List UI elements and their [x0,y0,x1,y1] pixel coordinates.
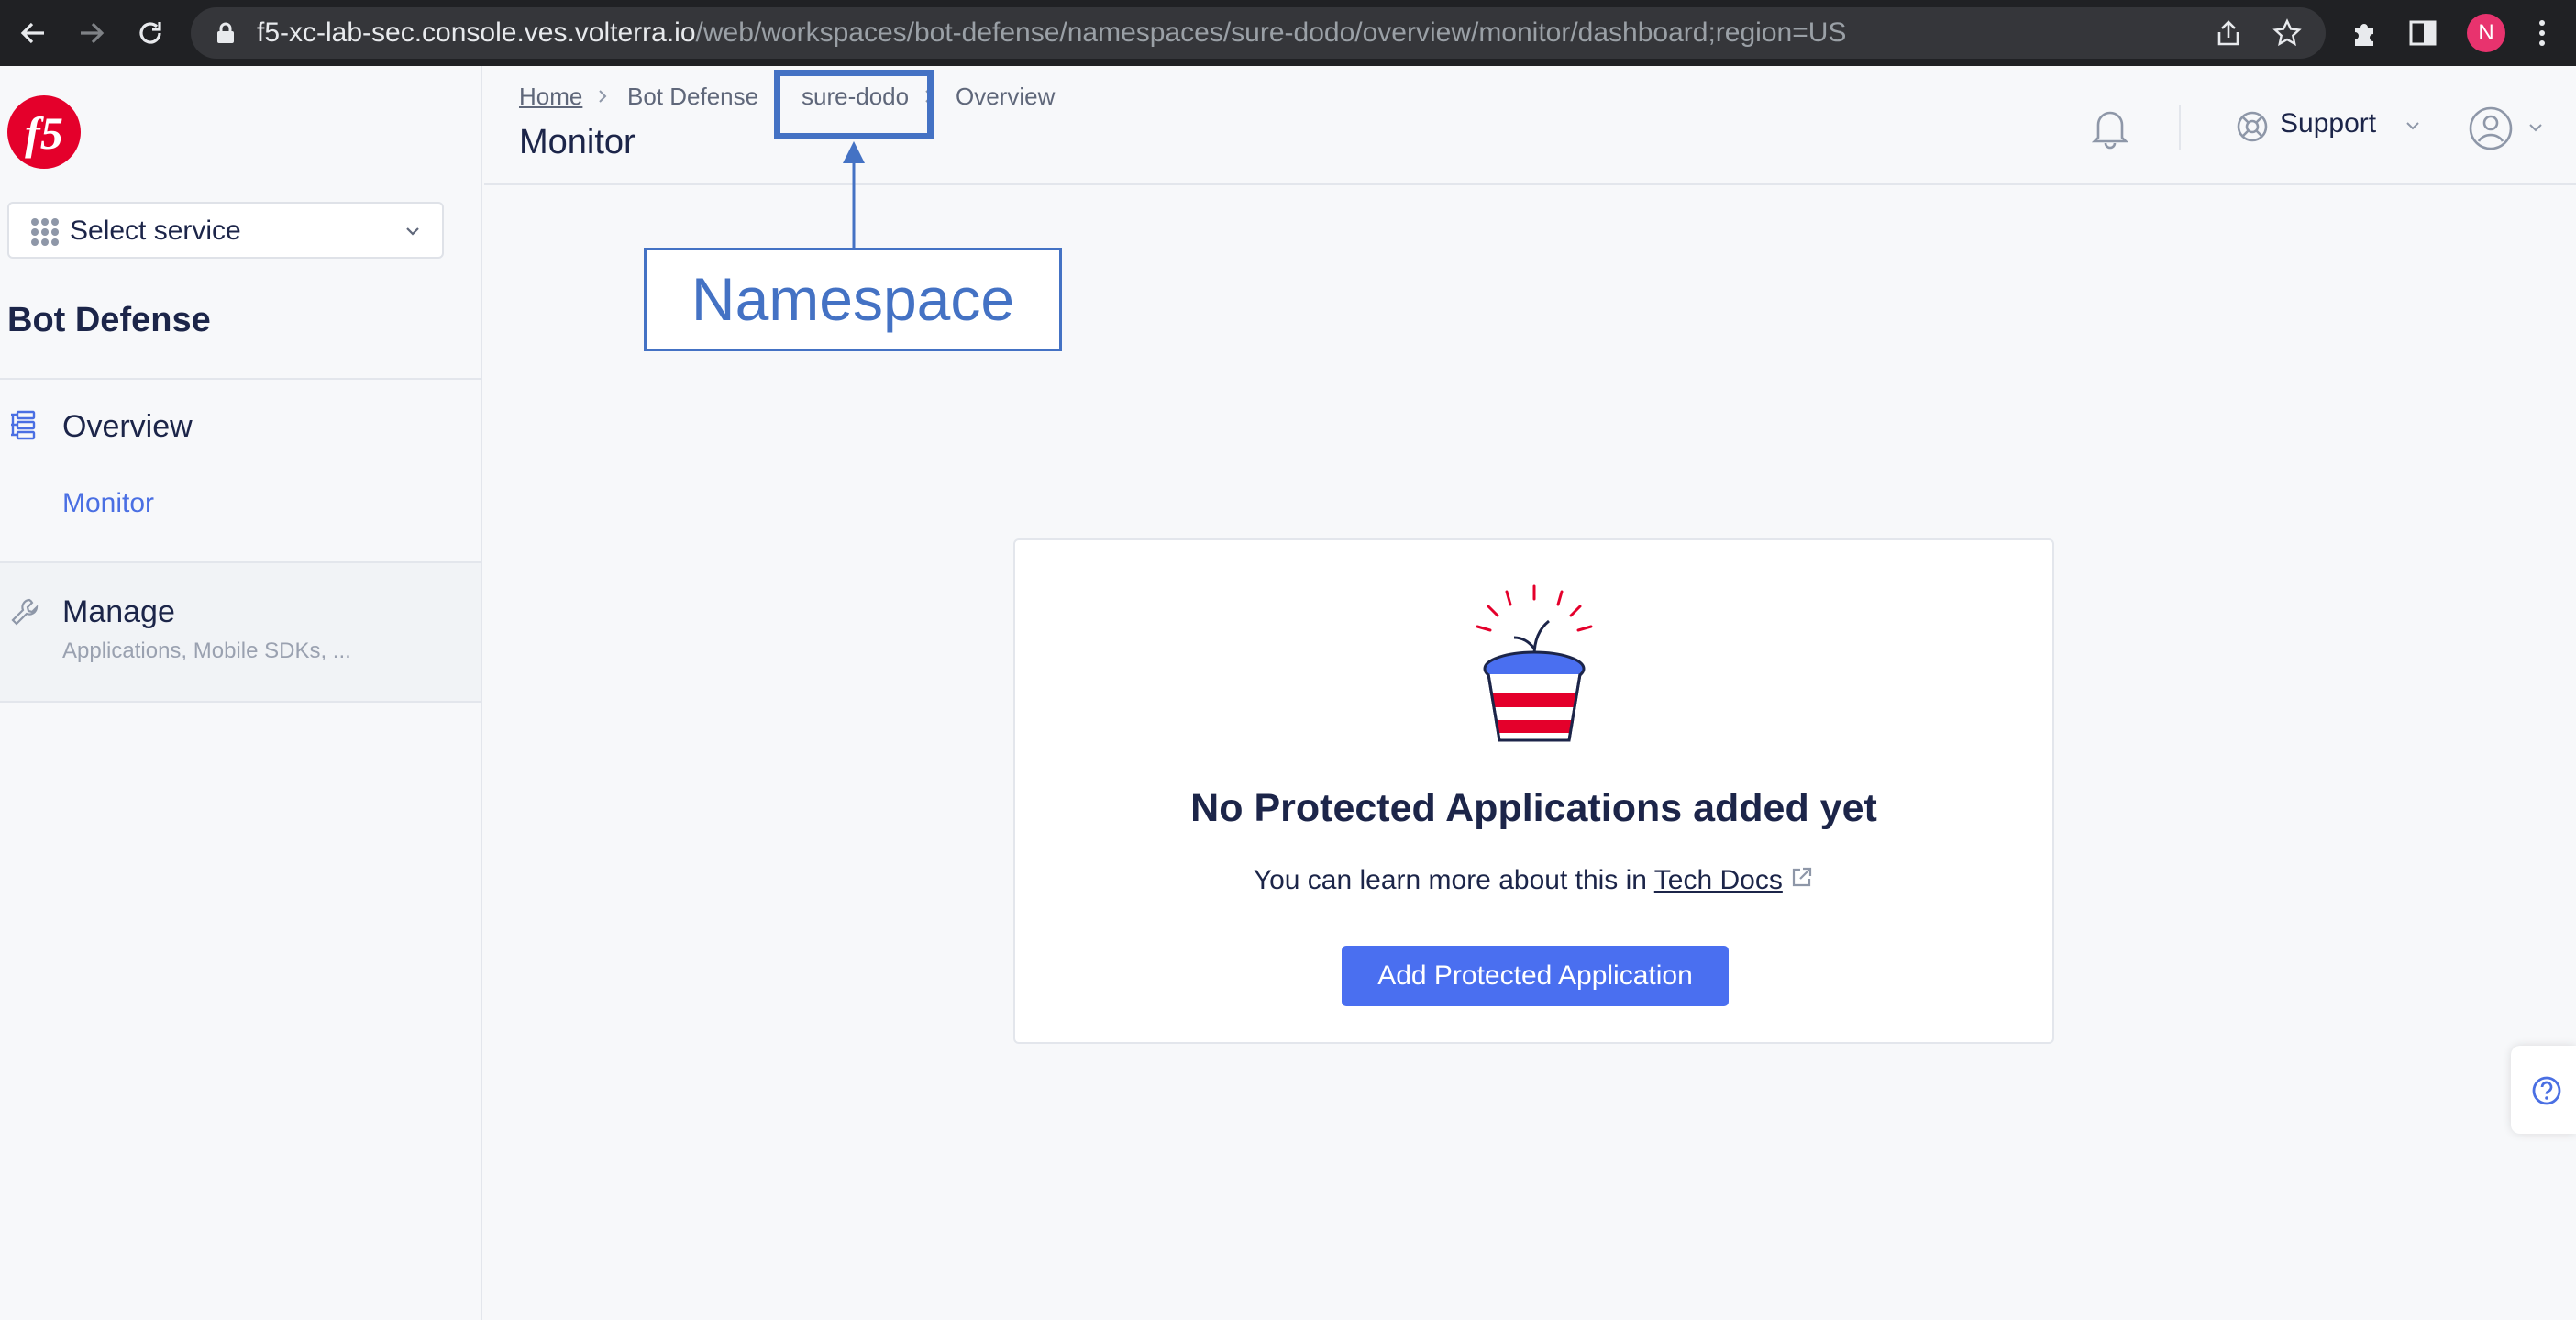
select-service-label: Select service [70,216,241,246]
sidebar-item-monitor[interactable]: Monitor [62,488,154,519]
back-icon[interactable] [13,13,53,53]
sidebar-divider [0,378,481,380]
sidebar-divider [0,701,481,703]
share-icon[interactable] [2210,15,2247,51]
annotation-arrow [840,139,868,254]
breadcrumb-overview[interactable]: Overview [956,83,1055,111]
side-panel-icon[interactable] [2405,15,2441,51]
tech-docs-link[interactable]: Tech Docs [1654,865,1783,895]
sidebar-item-manage[interactable] [0,563,481,701]
empty-state-text-prefix: You can learn more about this in [1253,865,1647,895]
help-tab[interactable] [2511,1046,2576,1134]
workspace-title: Bot Defense [7,301,211,339]
profile-avatar[interactable]: N [2467,14,2505,52]
chevron-down-icon [2527,121,2544,139]
chevron-down-icon [404,222,422,245]
sidebar: f5 Select service Bot Defense Overview M… [0,66,482,1320]
url-path: /web/workspaces/bot-defense/namespaces/s… [695,17,1847,48]
page-title: Monitor [519,123,636,161]
url-text: f5-xc-lab-sec.console.ves.volterra.io/we… [257,7,1846,59]
select-service-dropdown[interactable]: Select service [7,202,444,259]
chevron-down-icon [2405,119,2421,137]
lifebuoy-icon[interactable] [2236,110,2269,148]
empty-state-text: You can learn more about this in Tech Do… [1015,865,2052,896]
external-link-icon[interactable] [1790,865,1814,895]
forward-icon[interactable] [72,13,112,53]
support-menu[interactable]: Support [2280,108,2376,139]
chevron-right-icon [596,88,609,109]
f5-logo[interactable]: f5 [6,94,83,171]
bell-icon[interactable] [2087,105,2133,155]
extensions-icon[interactable] [2346,15,2383,51]
sidebar-item-manage-label: Manage [62,594,175,629]
sidebar-item-overview[interactable]: Overview [62,409,193,445]
breadcrumb-bot-defense[interactable]: Bot Defense [627,83,758,111]
lock-icon [216,22,235,49]
add-protected-application-button[interactable]: Add Protected Application [1342,946,1729,1006]
wrench-icon [9,596,40,632]
apps-grid-icon [31,218,59,246]
sidebar-item-manage-desc: Applications, Mobile SDKs, ... [62,638,351,663]
header-separator [2179,105,2181,150]
plant-pot-illustration [1470,584,1598,754]
star-icon[interactable] [2269,15,2305,51]
user-icon[interactable] [2467,105,2515,157]
url-host: f5-xc-lab-sec.console.ves.volterra.io [257,17,696,48]
svg-text:f5: f5 [25,107,63,159]
browser-menu-icon[interactable] [2524,15,2560,51]
overview-icon [9,409,40,445]
browser-toolbar: f5-xc-lab-sec.console.ves.volterra.io/we… [0,0,2576,66]
namespace-annotation: Namespace [644,248,1062,351]
breadcrumb-home[interactable]: Home [519,83,582,111]
namespace-highlight [774,70,934,139]
empty-state-title: No Protected Applications added yet [1190,786,1877,830]
help-icon [2531,1075,2562,1111]
empty-state-card: No Protected Applications added yet You … [1013,538,2054,1044]
reload-icon[interactable] [130,13,171,53]
address-bar[interactable]: f5-xc-lab-sec.console.ves.volterra.io/we… [191,7,2326,59]
